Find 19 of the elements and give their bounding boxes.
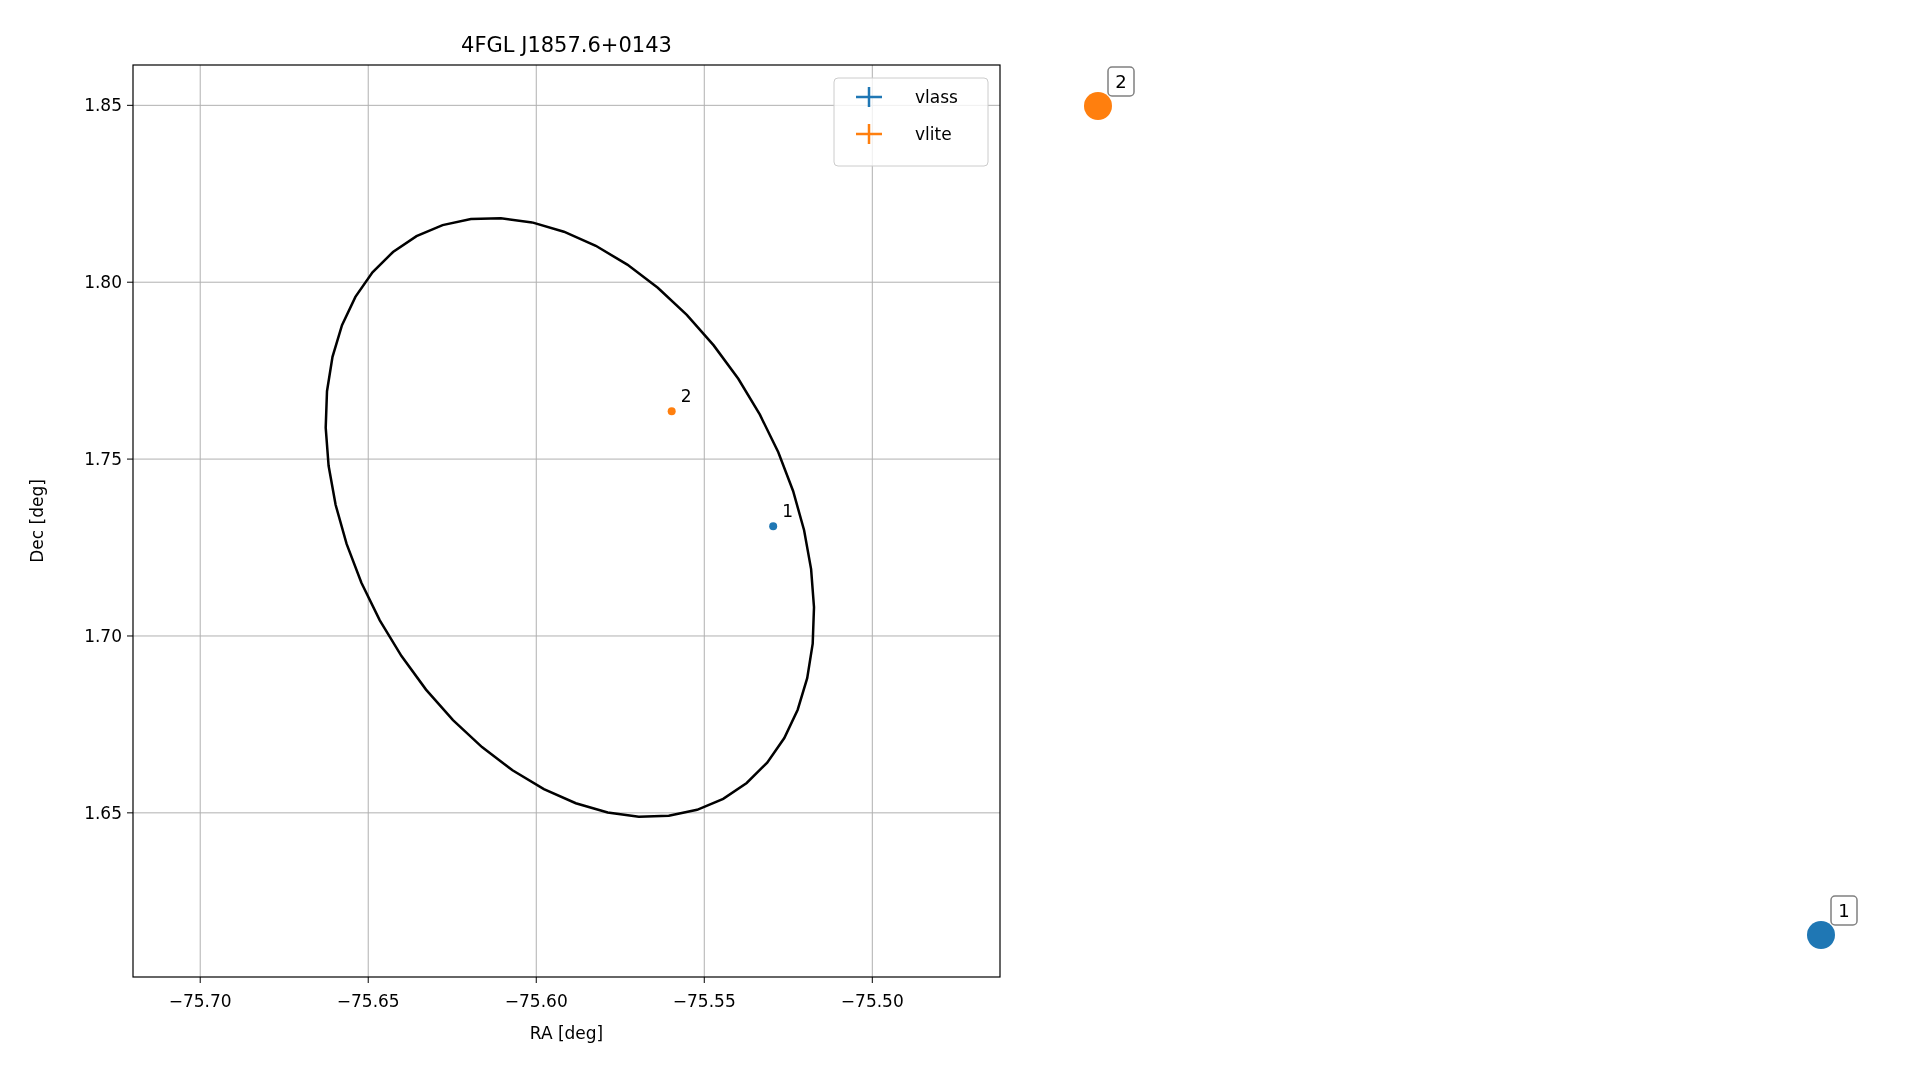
chart-title: 4FGL J1857.6+0143	[461, 33, 672, 57]
legend-label: vlass	[915, 87, 958, 107]
marker-label: 2	[1107, 66, 1135, 97]
y-axis-label: Dec [deg]	[27, 479, 47, 563]
y-tick-label: 1.65	[84, 802, 122, 823]
legend-label: vlite	[915, 124, 952, 144]
x-tick-label: −75.55	[672, 991, 736, 1011]
x-axis-label: RA [deg]	[529, 1023, 604, 1043]
point-label: 1	[782, 501, 793, 522]
marker-label: 1	[1830, 895, 1858, 926]
y-tick-label: 1.75	[84, 449, 122, 470]
x-tick-label: −75.70	[168, 991, 232, 1011]
x-tick-label: −75.65	[336, 991, 400, 1011]
y-tick-label: 1.70	[84, 625, 122, 646]
point-label: 2	[680, 386, 692, 407]
y-tick-label: 1.85	[84, 95, 122, 116]
y-tick-label: 1.80	[84, 272, 122, 293]
x-tick-label: −75.60	[504, 991, 568, 1011]
x-tick-label: −75.50	[840, 991, 904, 1011]
